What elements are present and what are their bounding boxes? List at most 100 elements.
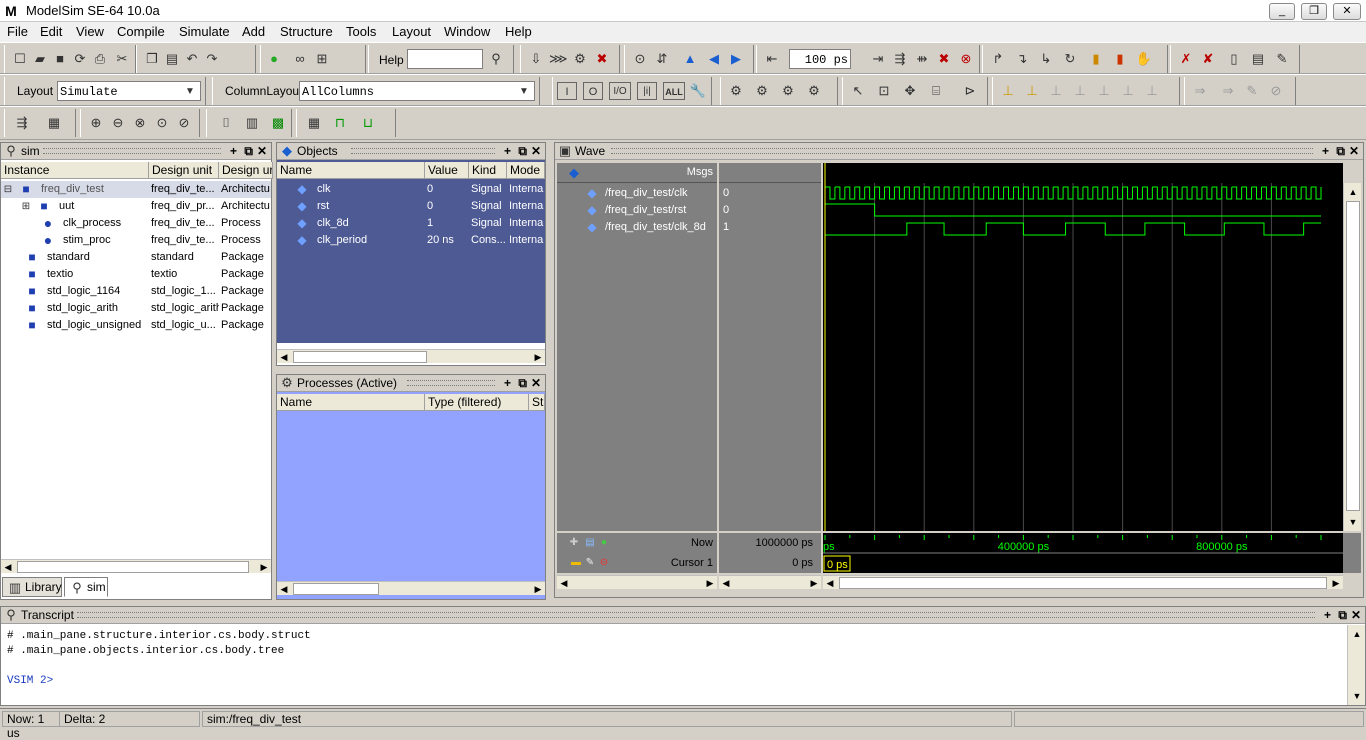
scroll-left-icon[interactable]: ◀ [823,576,837,590]
menu-simulate[interactable]: Simulate [179,24,230,39]
object-row[interactable]: ◆ clk 0 Signal Interna [277,181,545,198]
edge-next-icon[interactable]: ⊥ [1047,82,1065,100]
compile-all-icon[interactable]: ⋙ [549,50,568,68]
undock-icon[interactable]: ⧉ [244,143,253,159]
menu-help[interactable]: Help [505,24,532,39]
select-cursor-icon[interactable]: ↖ [849,82,867,100]
wave-vscrollbar[interactable]: ▲ ▼ [1343,183,1361,531]
close-icon[interactable]: ✕ [1349,143,1359,159]
paste-icon[interactable]: ▤ [163,50,181,68]
gear-icon[interactable]: ⚙ [805,82,823,100]
filter-input-button[interactable]: I [557,82,577,100]
bookmark-add-icon[interactable]: ⇒ [1219,82,1237,100]
undock-icon[interactable]: ⧉ [1336,143,1345,159]
filter-inout-button[interactable]: I/O [609,82,631,100]
column-header-design-unit[interactable]: Design unit [149,162,219,179]
find-structure-icon[interactable]: ⊞ [313,50,331,68]
copy-icon[interactable]: ❐ [143,50,161,68]
objects-hscrollbar[interactable]: ◀ ▶ [277,349,545,363]
scroll-left-icon[interactable]: ◀ [277,582,291,596]
run-all-icon[interactable]: ⇻ [913,50,931,68]
tree-row[interactable]: ⊟ ■ freq_div_test freq_div_te... Architectu [1,181,271,198]
wave-expand-icon[interactable]: ▦ [305,114,323,132]
chevron-down-icon[interactable]: ▼ [515,83,533,101]
step-list-icon[interactable]: ⇵ [653,50,671,68]
menu-file[interactable]: File [7,24,28,39]
redo-icon[interactable]: ↷ [203,50,221,68]
wave-settings-icon[interactable]: ⊙ [631,50,649,68]
wave-value-hscrollbar[interactable]: ◀ ▶ [719,575,821,589]
simulate-icon[interactable]: ⚙ [571,50,589,68]
scroll-right-icon[interactable]: ▶ [807,576,821,590]
menu-add[interactable]: Add [242,24,265,39]
edge-rise-icon[interactable]: ⊥ [1071,82,1089,100]
zoom-out-icon[interactable]: ⊖ [109,114,127,132]
close-icon[interactable]: ✕ [531,375,541,391]
column-header-process-name[interactable]: Name [277,394,425,411]
save-icon[interactable]: ■ [51,50,69,68]
column-header-process-state[interactable]: Sta [529,394,545,411]
wave-time-hscrollbar[interactable]: ◀ ▶ [823,575,1343,589]
pane-grip[interactable] [351,148,495,154]
print-icon[interactable]: ⎙ [91,50,109,68]
stop-run-icon[interactable]: ✖ [935,50,953,68]
filter-all-button[interactable]: ALL [663,82,685,100]
run-length-input[interactable]: 100 ps [789,49,851,69]
document-icon[interactable]: ▯ [1225,50,1243,68]
close-icon[interactable]: ✕ [1351,607,1361,623]
edge-prev-icon[interactable]: ⊥ [1023,82,1041,100]
scroll-thumb[interactable] [293,583,379,595]
column-header-name[interactable]: Name [277,162,425,179]
signal-group-icon[interactable]: ◆ [565,164,583,182]
edit-mode-icon[interactable]: ⌸ [927,82,945,100]
edit-document-icon[interactable]: ✎ [1273,50,1291,68]
transcript-vscrollbar[interactable]: ▲ ▼ [1347,625,1365,705]
scissors-icon[interactable]: ✂ [113,50,131,68]
arrow-right-icon[interactable]: ▶ [727,50,745,68]
edge-any-icon[interactable]: ⊥ [1119,82,1137,100]
tree-row[interactable]: ⊞ ■ uut freq_div_pr... Architectu [1,198,271,215]
sim-hscrollbar[interactable]: ◀ ▶ [1,559,271,573]
transcript-prompt[interactable]: VSIM 2> [7,674,311,689]
column-layout-select[interactable]: AllColumns [299,81,535,101]
wave-format-icon[interactable]: ⌷ [217,114,235,132]
menu-compile[interactable]: Compile [117,24,165,39]
menu-layout[interactable]: Layout [392,24,431,39]
dock-icon[interactable]: + [1324,607,1331,623]
timeline-ruler[interactable]: ps 400000 ps 800000 ps 0 ps [823,533,1343,573]
reload-icon[interactable]: ⟳ [71,50,89,68]
chevron-down-icon[interactable]: ▼ [181,83,199,101]
scroll-up-icon[interactable]: ▲ [1346,185,1360,199]
binoculars-icon[interactable]: ∞ [291,50,309,68]
performance-icon[interactable]: ▮ [1087,50,1105,68]
zoom-range-icon[interactable]: ⊘ [175,114,193,132]
pane-grip[interactable] [611,148,1313,154]
zoom-cursor-icon[interactable]: ⊙ [153,114,171,132]
run-icon[interactable]: ⇥ [869,50,887,68]
menu-structure[interactable]: Structure [280,24,333,39]
step-out-icon[interactable]: ↳ [1037,50,1055,68]
object-row[interactable]: ◆ rst 0 Signal Interna [277,198,545,215]
dataflow-icon[interactable]: ⊳ [961,82,979,100]
minimize-button[interactable]: _ [1269,3,1295,20]
filter-internal-button[interactable]: |i| [637,82,657,100]
wave-name-hscrollbar[interactable]: ◀ ▶ [557,575,717,589]
dock-icon[interactable]: + [1322,143,1329,159]
tree-row[interactable]: ● stim_proc freq_div_te... Process [1,232,271,249]
edge-find-icon[interactable]: ⊥ [999,82,1017,100]
document-list-icon[interactable]: ▤ [1249,50,1267,68]
delete-cursor-icon[interactable]: ⊖ [595,554,613,572]
scroll-right-icon[interactable]: ▶ [531,350,545,364]
menu-window[interactable]: Window [444,24,490,39]
zoom-mode-icon[interactable]: ⊡ [875,82,893,100]
wave-event-icon[interactable]: ▩ [269,114,287,132]
add-circle-icon[interactable]: ● [265,50,283,68]
tree-row[interactable]: ■ textio textio Package [1,266,271,283]
continue-run-icon[interactable]: ⇶ [891,50,909,68]
menu-view[interactable]: View [76,24,104,39]
scroll-down-icon[interactable]: ▼ [1350,689,1364,703]
tree-row[interactable]: ■ std_logic_unsigned std_logic_u... Package [1,317,271,334]
scroll-left-icon[interactable]: ◀ [277,350,291,364]
undock-icon[interactable]: ⧉ [518,143,527,159]
help-search-icon[interactable]: ⚲ [487,50,505,68]
